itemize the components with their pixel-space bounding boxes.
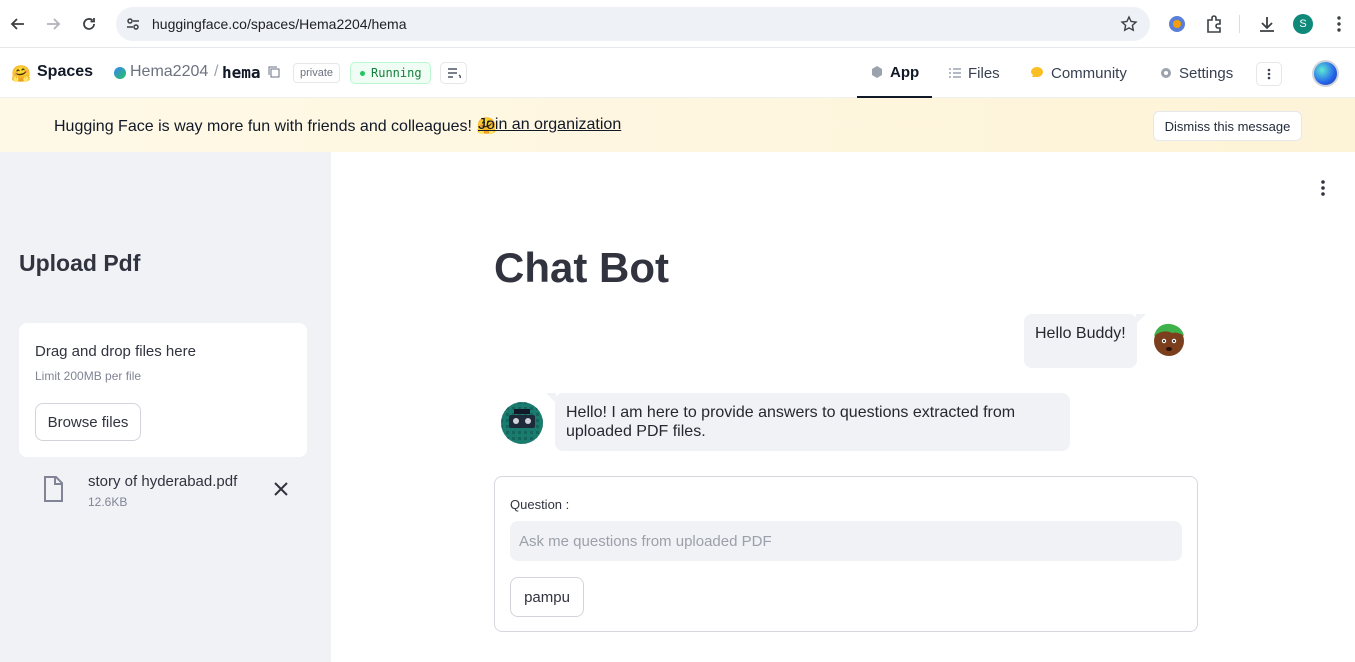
page-title: Chat Bot [494,244,669,291]
sidebar-title: Upload Pdf [19,250,141,276]
file-dropzone[interactable]: Drag and drop files here Limit 200MB per… [19,323,307,457]
question-form: Question : pampu [494,476,1198,632]
cube-icon [872,66,882,78]
path-separator: / [214,63,219,80]
more-options-button[interactable] [1256,62,1282,86]
close-icon[interactable] [272,480,290,498]
user-message: Hello Buddy! [1024,314,1146,368]
gear-icon [1161,68,1171,78]
logs-icon [448,68,461,78]
tab-label: App [890,63,920,81]
browser-menu-icon[interactable] [1329,14,1349,34]
status-badge[interactable]: Running [350,62,431,84]
profile-avatar[interactable]: S [1293,14,1313,34]
user-avatar[interactable] [1312,60,1339,87]
owner-link[interactable]: Hema2204 [130,63,208,81]
message-text: Hello Buddy! [1035,325,1126,342]
address-bar[interactable]: huggingface.co/spaces/Hema2204/hema [116,7,1150,41]
space-header: 🤗 Spaces Hema2204 / hema private Running… [0,48,1355,98]
dropzone-title: Drag and drop files here [35,343,196,360]
tab-settings[interactable]: Settings [1159,48,1233,98]
tab-community[interactable]: Community [1029,48,1127,98]
visibility-badge: private [293,63,341,83]
browse-files-button[interactable]: Browse files [35,403,141,441]
question-label: Question : [510,497,570,512]
main-menu-icon[interactable] [1313,178,1333,198]
tab-files[interactable]: Files [948,48,1000,98]
org-banner: Hugging Face is way more fun with friend… [0,98,1355,152]
logs-button[interactable] [440,62,467,84]
list-icon [949,68,961,78]
forward-icon[interactable] [41,12,65,36]
bot-avatar-icon [501,402,543,444]
more-vertical-icon [1267,68,1271,80]
repo-name-link[interactable]: hema [222,63,261,82]
puzzle-icon[interactable] [1204,14,1224,34]
spaces-link[interactable]: Spaces [37,63,93,81]
bookmark-star-icon[interactable] [1120,15,1138,33]
back-icon[interactable] [6,12,30,36]
url-text[interactable]: huggingface.co/spaces/Hema2204/hema [152,16,407,32]
dismiss-button[interactable]: Dismiss this message [1153,111,1302,141]
toolbar-divider [1239,15,1240,33]
browser-toolbar: huggingface.co/spaces/Hema2204/hema S [0,0,1355,48]
dropzone-limit: Limit 200MB per file [35,369,142,383]
question-input[interactable] [510,521,1182,561]
copy-icon[interactable] [268,66,280,78]
file-name: story of hyderabad.pdf [88,473,238,490]
file-size: 12.6KB [88,495,128,509]
tab-label: Settings [1179,64,1234,82]
join-organization-link[interactable]: Join an organization [478,116,621,134]
community-icon [1031,67,1043,77]
submit-button[interactable]: pampu [510,577,584,617]
tab-label: Community [1051,64,1127,82]
download-icon[interactable] [1257,14,1277,34]
tab-label: Files [968,64,1000,82]
reload-icon[interactable] [77,12,101,36]
sidebar: Upload Pdf Drag and drop files here Limi… [0,152,331,662]
uploaded-file-item: story of hyderabad.pdf 12.6KB [19,470,307,514]
file-icon [44,476,63,502]
message-text: Hello! I am here to provide answers to q… [566,404,1016,440]
tab-app[interactable]: App [857,48,933,98]
extension-icon[interactable] [1167,14,1187,34]
hugging-face-logo-icon[interactable]: 🤗 [11,64,31,84]
bot-message: Hello! I am here to provide answers to q… [546,393,1070,451]
user-avatar-icon [1154,323,1184,356]
banner-text: Hugging Face is way more fun with friend… [54,118,497,135]
site-info-icon[interactable] [124,15,142,33]
owner-avatar [114,67,126,79]
